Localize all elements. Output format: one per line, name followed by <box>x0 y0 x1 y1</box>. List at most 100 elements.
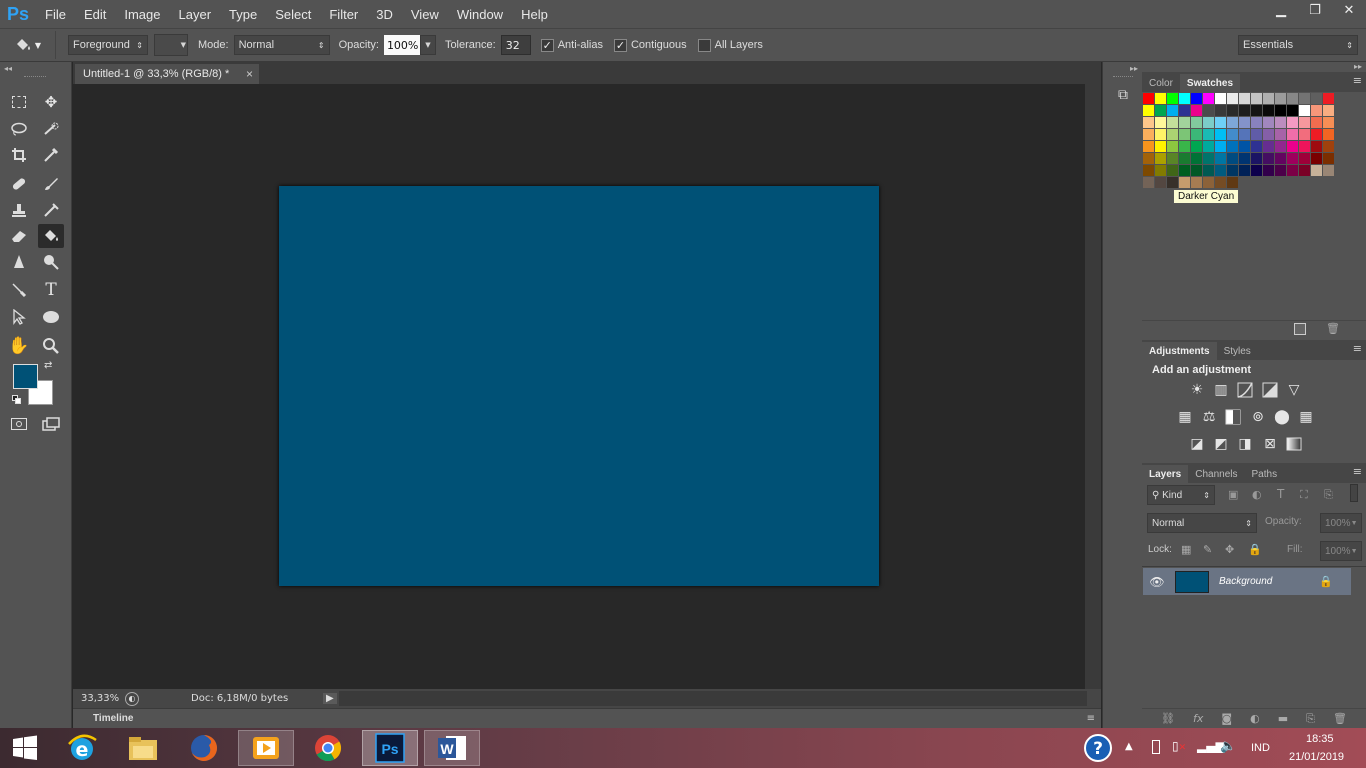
swatch[interactable] <box>1203 105 1214 116</box>
menu-filter[interactable]: Filter <box>320 7 367 22</box>
channel-mixer-icon[interactable]: ⬤ <box>1273 408 1291 426</box>
lasso-tool-icon[interactable] <box>6 117 32 141</box>
foreground-color-swatch[interactable] <box>13 364 38 389</box>
swatch[interactable] <box>1179 177 1190 188</box>
swatch[interactable] <box>1311 105 1322 116</box>
tab-swatches[interactable]: Swatches <box>1179 74 1241 92</box>
swatch[interactable] <box>1203 177 1214 188</box>
swatch[interactable] <box>1311 141 1322 152</box>
network-error-icon[interactable]: ▯✕ <box>1172 739 1186 753</box>
menu-window[interactable]: Window <box>448 7 512 22</box>
hue-saturation-icon[interactable]: ▦ <box>1176 408 1194 426</box>
swatch[interactable] <box>1215 165 1226 176</box>
tab-color[interactable]: Color <box>1142 74 1180 92</box>
restore-button[interactable]: ❐ <box>1298 0 1332 20</box>
swatch[interactable] <box>1263 165 1274 176</box>
swatch[interactable] <box>1251 117 1262 128</box>
swatch[interactable] <box>1263 129 1274 140</box>
tab-paths[interactable]: Paths <box>1245 465 1285 483</box>
layer-opacity-field[interactable]: 100% ▼ <box>1320 513 1362 533</box>
swatch[interactable] <box>1311 153 1322 164</box>
crop-tool-icon[interactable] <box>6 143 32 167</box>
swatch[interactable] <box>1275 105 1286 116</box>
move-tool-icon[interactable]: ✥ <box>38 90 64 114</box>
panels-collapse-icon[interactable]: ▸▸ <box>1354 62 1362 71</box>
minimize-button[interactable]: ▁ <box>1264 0 1298 20</box>
canvas-workspace[interactable] <box>73 84 1085 689</box>
swatch[interactable] <box>1263 141 1274 152</box>
swatch[interactable] <box>1179 93 1190 104</box>
all-layers-checkbox[interactable] <box>697 38 711 52</box>
swatch[interactable] <box>1179 117 1190 128</box>
path-selection-tool-icon[interactable] <box>6 305 32 329</box>
color-lookup-icon[interactable]: ▦ <box>1297 408 1315 426</box>
swatch[interactable] <box>1191 105 1202 116</box>
swatch[interactable] <box>1227 105 1238 116</box>
posterize-icon[interactable]: ◩ <box>1212 435 1230 453</box>
status-menu-arrow-icon[interactable]: ▶ <box>323 693 337 704</box>
battery-icon[interactable] <box>1152 740 1160 754</box>
swatch[interactable] <box>1191 129 1202 140</box>
layer-filter-select[interactable]: ⚲ Kind ⇕ <box>1147 485 1215 505</box>
default-colors-icon[interactable] <box>12 395 22 405</box>
swatch[interactable] <box>1155 129 1166 140</box>
show-hidden-icons-icon[interactable]: ▲ <box>1125 741 1133 752</box>
tab-adjustments[interactable]: Adjustments <box>1142 342 1217 360</box>
swatch[interactable] <box>1227 117 1238 128</box>
swatch[interactable] <box>1179 141 1190 152</box>
black-white-icon[interactable] <box>1224 408 1242 426</box>
swatch[interactable] <box>1263 105 1274 116</box>
zoom-tool-icon[interactable] <box>38 334 64 358</box>
swatch[interactable] <box>1155 165 1166 176</box>
filter-toggle[interactable] <box>1350 484 1358 502</box>
swatch[interactable] <box>1311 165 1322 176</box>
swatch[interactable] <box>1143 129 1154 140</box>
mode-select[interactable]: Normal ⇕ <box>233 35 330 55</box>
delete-layer-icon[interactable]: 🗑 <box>1333 712 1347 725</box>
invert-icon[interactable]: ◪ <box>1188 435 1206 453</box>
swatch[interactable] <box>1275 141 1286 152</box>
swatch[interactable] <box>1299 165 1310 176</box>
swatch[interactable] <box>1179 129 1190 140</box>
swatch[interactable] <box>1299 141 1310 152</box>
swatch[interactable] <box>1227 165 1238 176</box>
strip-grip[interactable] <box>1113 76 1133 79</box>
menu-3d[interactable]: 3D <box>367 7 402 22</box>
swatch[interactable] <box>1299 129 1310 140</box>
menu-help[interactable]: Help <box>512 7 557 22</box>
brightness-contrast-icon[interactable]: ☀ <box>1188 381 1206 399</box>
swatch[interactable] <box>1167 129 1178 140</box>
swatch[interactable] <box>1203 153 1214 164</box>
firefox-icon[interactable] <box>176 730 232 766</box>
type-tool-icon[interactable]: T <box>38 278 64 302</box>
menu-edit[interactable]: Edit <box>75 7 115 22</box>
swatch[interactable] <box>1323 129 1334 140</box>
swatch[interactable] <box>1215 153 1226 164</box>
swatch[interactable] <box>1227 129 1238 140</box>
quick-selection-tool-icon[interactable] <box>38 117 64 141</box>
photo-filter-icon[interactable]: ⊚ <box>1249 408 1267 426</box>
levels-icon[interactable]: ▥ <box>1212 381 1230 399</box>
swatch[interactable] <box>1179 165 1190 176</box>
swatch[interactable] <box>1323 141 1334 152</box>
swatch[interactable] <box>1215 93 1226 104</box>
swatch[interactable] <box>1203 117 1214 128</box>
timeline-menu-icon[interactable]: ≡ <box>1087 713 1095 724</box>
status-info-icon[interactable]: ◐ <box>125 691 139 706</box>
lock-transparency-icon[interactable]: ▦ <box>1181 543 1191 556</box>
swatch[interactable] <box>1239 141 1250 152</box>
toolbox-collapse-icon[interactable]: ◂◂ <box>4 64 12 73</box>
swatch[interactable] <box>1299 105 1310 116</box>
swatch[interactable] <box>1203 165 1214 176</box>
strip-collapse-icon[interactable]: ▸▸ <box>1130 64 1138 73</box>
swatch[interactable] <box>1287 165 1298 176</box>
swatch[interactable] <box>1239 105 1250 116</box>
document-canvas[interactable] <box>279 186 879 586</box>
filter-pixel-icon[interactable]: ▣ <box>1228 488 1238 501</box>
screen-mode-icon[interactable] <box>38 412 64 436</box>
swatch[interactable] <box>1251 165 1262 176</box>
lock-all-icon[interactable]: 🔒 <box>1248 543 1262 556</box>
swatch[interactable] <box>1143 117 1154 128</box>
word-icon[interactable]: W <box>424 730 480 766</box>
video-player-icon[interactable] <box>238 730 294 766</box>
